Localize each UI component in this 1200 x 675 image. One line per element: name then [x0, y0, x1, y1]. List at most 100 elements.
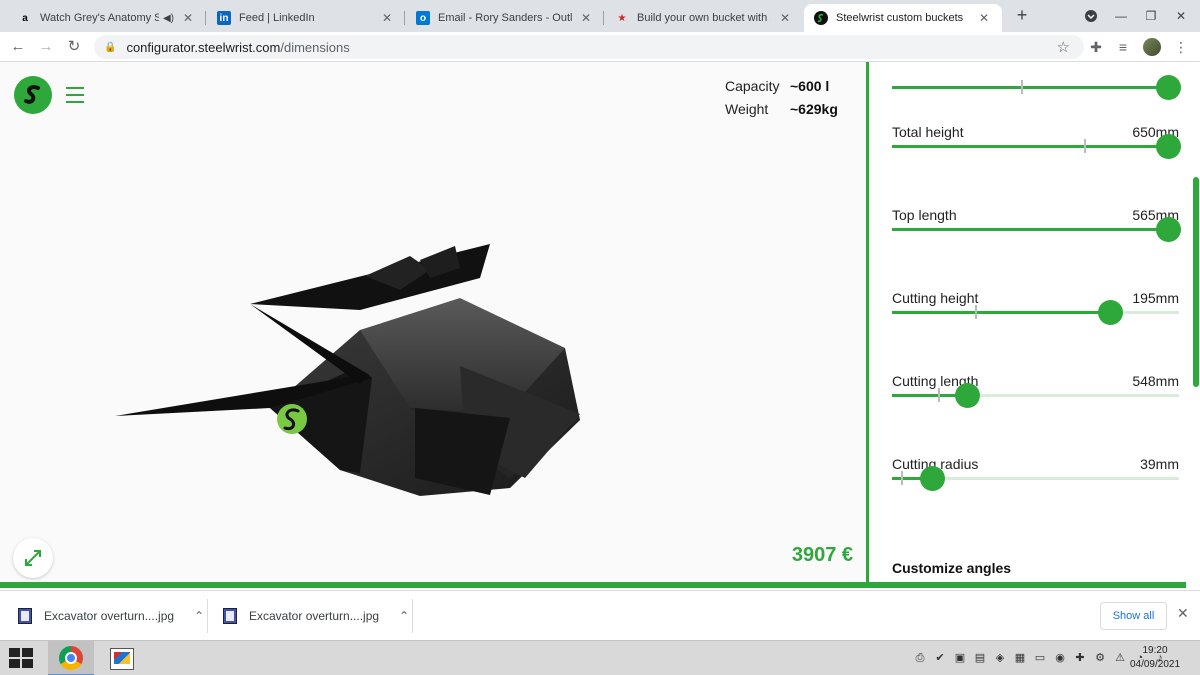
- windows-taskbar: ⎙ ✔ ▣ ▤ ◈ ▦ ▭ ◉ ✚ ⚙ ⚠ ◔ ♪ 19:20 04/09/20…: [0, 640, 1200, 675]
- tab-amazon[interactable]: a Watch Grey's Anatomy Season ◀) ✕: [8, 4, 206, 32]
- slider-thumb[interactable]: [1155, 134, 1181, 159]
- reload-icon[interactable]: ↻: [64, 37, 84, 57]
- monitor-icon[interactable]: ▣: [952, 651, 968, 665]
- tab-steelwrist-custom-buckets[interactable]: Steelwrist custom buckets ✕: [804, 4, 1002, 32]
- lock-icon[interactable]: 🔒: [104, 42, 116, 53]
- slider-label: Total height: [892, 124, 964, 140]
- tab-strip: a Watch Grey's Anatomy Season ◀) ✕ in Fe…: [0, 0, 1200, 32]
- slider-cutting-length[interactable]: Cutting length 548mm: [892, 373, 1179, 408]
- show-all-downloads-button[interactable]: Show all: [1100, 602, 1167, 630]
- download-item[interactable]: Excavator overturn....jpg ⌃: [18, 597, 204, 635]
- close-tab-icon[interactable]: ✕: [976, 11, 992, 25]
- slider-track[interactable]: [892, 217, 1181, 242]
- close-tab-icon[interactable]: ✕: [180, 11, 196, 25]
- tab-build-bucket[interactable]: ★ Build your own bucket with Steelwrist …: [605, 4, 803, 32]
- slider-track[interactable]: [892, 300, 1179, 325]
- close-window-icon[interactable]: ✕: [1166, 0, 1196, 32]
- steam-icon[interactable]: ◉: [1052, 651, 1068, 665]
- media-controls-icon[interactable]: ≡: [1114, 38, 1132, 56]
- back-arrow-icon[interactable]: ←: [8, 37, 28, 57]
- amazon-icon: a: [22, 12, 28, 24]
- tab-outlook[interactable]: o Email - Rory Sanders - Outlook ✕: [406, 4, 604, 32]
- shield-check-icon[interactable]: ✔: [932, 651, 948, 665]
- menu-kebab-icon[interactable]: ⋮: [1172, 38, 1190, 56]
- chevron-up-icon[interactable]: ⌃: [399, 609, 409, 623]
- download-item[interactable]: Excavator overturn....jpg ⌃: [223, 597, 409, 635]
- close-tab-icon[interactable]: ✕: [379, 11, 395, 25]
- hamburger-menu-icon[interactable]: [66, 87, 84, 103]
- address-bar[interactable]: 🔒 configurator.steelwrist.com/dimensions…: [94, 35, 1084, 59]
- close-tab-icon[interactable]: ✕: [578, 11, 594, 25]
- slider-track[interactable]: [892, 383, 1179, 408]
- slider-cutting-height[interactable]: Cutting height 195mm: [892, 290, 1179, 325]
- slider-total-height[interactable]: Total height 650mm: [892, 124, 1181, 159]
- calendar-icon[interactable]: ▦: [1012, 651, 1028, 665]
- browser-toolbar: ← → ↻ 🔒 configurator.steelwrist.com/dime…: [0, 32, 1200, 62]
- slider-thumb[interactable]: [1098, 300, 1124, 325]
- chevron-up-icon[interactable]: ⌃: [194, 609, 204, 623]
- slider-track[interactable]: [892, 134, 1181, 159]
- warning-icon[interactable]: ⚠: [1112, 651, 1128, 665]
- taskbar-chrome[interactable]: [48, 641, 94, 675]
- gift-icon[interactable]: ✚: [1072, 651, 1088, 665]
- battery-icon[interactable]: ▭: [1032, 651, 1048, 665]
- linkedin-icon: in: [217, 11, 231, 25]
- windows-start-icon[interactable]: [9, 648, 33, 668]
- slider-fill: [892, 228, 1168, 231]
- capacity-value: ~600 l: [790, 78, 830, 94]
- slider-fill: [892, 145, 1168, 148]
- slider-fill: [892, 311, 1111, 314]
- total-price: 3907 €: [791, 544, 853, 566]
- slider-value: 548mm: [1132, 373, 1179, 389]
- audio-playing-icon[interactable]: ◀): [163, 13, 174, 24]
- url-host: configurator.steelwrist.com: [126, 39, 281, 55]
- 3d-viewer[interactable]: Capacity ~600 l Weight ~629kg 3907 €: [0, 62, 866, 588]
- close-downloads-icon[interactable]: ✕: [1177, 605, 1189, 622]
- tab-search-icon[interactable]: [1076, 0, 1106, 32]
- customize-angles-heading[interactable]: Customize angles: [892, 560, 1011, 576]
- system-clock[interactable]: 19:20 04/09/2021: [1128, 644, 1182, 672]
- slider-thumb[interactable]: [954, 383, 980, 408]
- slider-default-tick: [975, 305, 978, 319]
- slider-default-tick: [1084, 139, 1087, 153]
- weight-value: ~629kg: [790, 101, 838, 117]
- close-tab-icon[interactable]: ✕: [777, 11, 793, 25]
- slider-track[interactable]: [892, 466, 1179, 491]
- panel-scrollbar[interactable]: [1192, 62, 1200, 588]
- clock-time: 19:20: [1142, 645, 1168, 656]
- bucket-3d-model[interactable]: [110, 238, 590, 508]
- minimize-icon[interactable]: —: [1106, 0, 1136, 32]
- network-drive-icon[interactable]: ▤: [972, 651, 988, 665]
- slider-track[interactable]: [892, 75, 1181, 100]
- steelwrist-logo[interactable]: [14, 76, 52, 114]
- slider-default-tick: [1021, 80, 1024, 94]
- download-filename: Excavator overturn....jpg: [249, 609, 380, 623]
- new-tab-button[interactable]: +: [1012, 5, 1032, 25]
- slider-thumb[interactable]: [1155, 75, 1181, 100]
- steelwrist-icon: [814, 11, 828, 25]
- printer-icon[interactable]: ⎙: [912, 651, 928, 665]
- fullscreen-expand-button[interactable]: [13, 538, 53, 578]
- settings-icon[interactable]: ⚙: [1092, 651, 1108, 665]
- panel-scrollbar-thumb[interactable]: [1193, 177, 1199, 387]
- slider-cutting-radius[interactable]: Cutting radius 39mm: [892, 456, 1179, 491]
- tab-linkedin[interactable]: in Feed | LinkedIn ✕: [207, 4, 405, 32]
- bookmark-star-icon[interactable]: ☆: [1057, 38, 1070, 56]
- dimensions-panel[interactable]: Total height 650mm Top length 565mm Cutting …: [869, 62, 1200, 588]
- image-file-icon: [223, 608, 237, 624]
- image-file-icon: [18, 608, 32, 624]
- forward-arrow-icon[interactable]: →: [36, 37, 56, 57]
- slider-default-tick: [900, 471, 903, 485]
- slider-value: 39mm: [1140, 456, 1179, 472]
- slider-thumb[interactable]: [920, 466, 946, 491]
- slider-top-length[interactable]: Top length 565mm: [892, 207, 1181, 242]
- profile-avatar[interactable]: [1143, 38, 1161, 56]
- app-tray-icon[interactable]: ◈: [992, 651, 1008, 665]
- extensions-puzzle-icon[interactable]: ✚: [1087, 38, 1105, 56]
- slider-label: Cutting height: [892, 290, 979, 306]
- taskbar-paint[interactable]: [99, 641, 145, 675]
- restore-icon[interactable]: ❐: [1136, 0, 1166, 32]
- chrome-icon: [59, 645, 83, 670]
- slider-thumb[interactable]: [1155, 217, 1181, 242]
- weight-label: Weight: [725, 101, 769, 117]
